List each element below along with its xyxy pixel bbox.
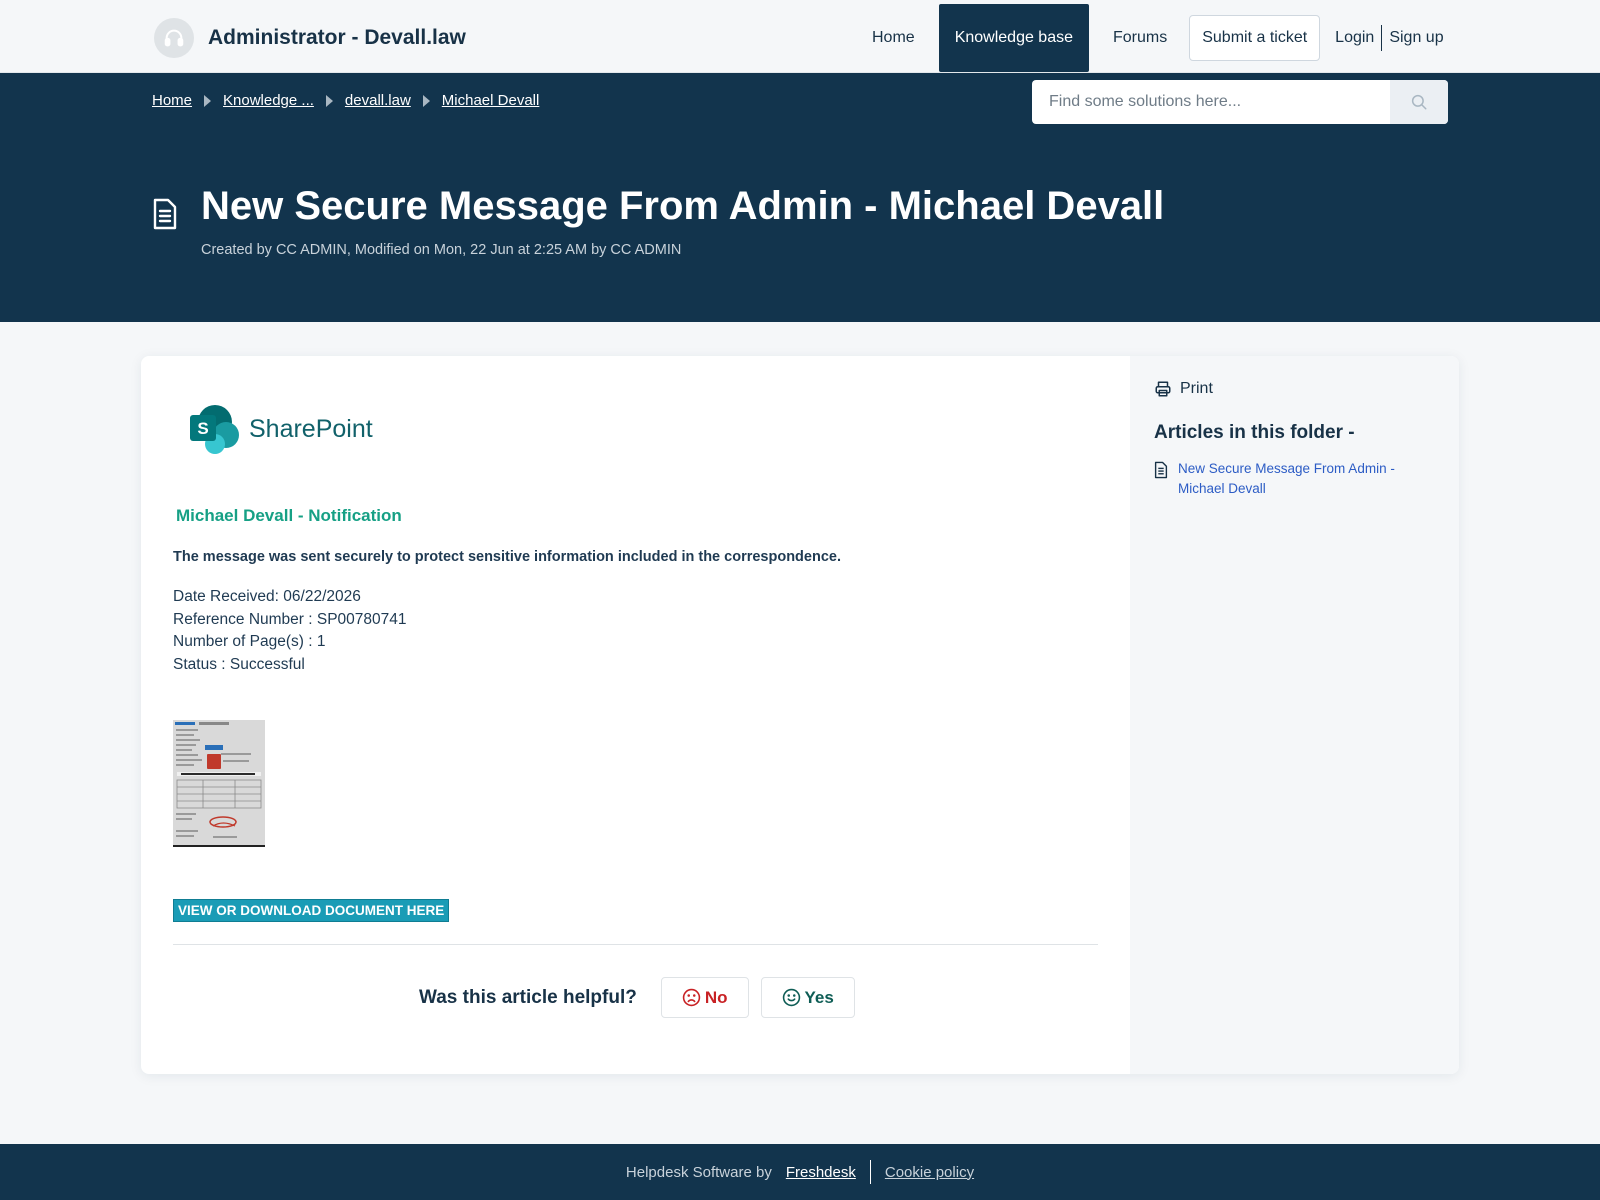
article-card: S SharePoint Michael Devall - Notificati… — [141, 356, 1459, 1074]
reference-number: Reference Number : SP00780741 — [173, 610, 407, 628]
breadcrumb-arrow-icon — [204, 94, 212, 107]
article-title: New Secure Message From Admin - Michael … — [201, 184, 1165, 228]
signup-link[interactable]: Sign up — [1382, 29, 1450, 47]
article-sidebar: Print Articles in this folder - New Secu… — [1130, 356, 1459, 1074]
footer-prefix: Helpdesk Software by — [625, 1163, 772, 1181]
notification-title: Michael Devall - Notification — [176, 506, 402, 525]
print-icon — [1155, 381, 1171, 397]
search-input[interactable] — [1032, 80, 1390, 124]
nav-home[interactable]: Home — [856, 4, 931, 72]
brand-title: Administrator - Devall.law — [208, 26, 466, 49]
freshdesk-link[interactable]: Freshdesk — [786, 1164, 856, 1181]
footer: Helpdesk Software by Freshdesk Cookie po… — [0, 1144, 1600, 1200]
smile-face-icon — [782, 988, 800, 1007]
sad-face-icon — [682, 988, 701, 1007]
nav-knowledge-base[interactable]: Knowledge base — [938, 4, 1089, 72]
breadcrumb-folder[interactable]: Michael Devall — [442, 92, 540, 109]
submit-ticket-button[interactable]: Submit a ticket — [1189, 15, 1321, 61]
footer-divider — [869, 1160, 871, 1184]
vote-no-label: No — [704, 987, 728, 1007]
svg-text:S: S — [197, 419, 208, 438]
breadcrumb-knowledge-base[interactable]: Knowledge ... — [223, 92, 314, 109]
secure-message-text: The message was sent securely to protect… — [173, 549, 841, 565]
view-download-button[interactable]: VIEW OR DOWNLOAD DOCUMENT HERE — [173, 899, 450, 922]
folder-article-label: New Secure Message From Admin - Michael … — [1178, 461, 1395, 496]
breadcrumb: Home Knowledge ... devall.law Michael De… — [152, 92, 539, 109]
headset-icon — [154, 18, 194, 58]
search-icon — [1411, 94, 1427, 110]
feedback-section: Was this article helpful? No Yes — [419, 977, 867, 1018]
page-count: Number of Page(s) : 1 — [173, 633, 326, 650]
folder-article-link[interactable]: New Secure Message From Admin - Michael … — [1154, 459, 1439, 499]
vote-yes-button[interactable]: Yes — [760, 977, 855, 1018]
breadcrumb-home[interactable]: Home — [152, 92, 192, 109]
sharepoint-logo-text: SharePoint — [249, 414, 373, 443]
login-link[interactable]: Login — [1328, 29, 1381, 47]
vote-no-button[interactable]: No — [660, 977, 749, 1018]
top-navigation-bar: Administrator - Devall.law Home Knowledg… — [0, 0, 1600, 73]
print-label: Print — [1180, 380, 1213, 397]
date-received: Date Received: 06/22/2026 — [173, 588, 361, 605]
brand[interactable]: Administrator - Devall.law — [154, 18, 466, 58]
article-hero: Home Knowledge ... devall.law Michael De… — [0, 73, 1600, 322]
search-button[interactable] — [1390, 80, 1448, 124]
breadcrumb-arrow-icon — [422, 94, 430, 107]
auth-links: Login Sign up — [1328, 25, 1450, 51]
vote-yes-label: Yes — [804, 987, 834, 1007]
document-icon — [152, 198, 178, 235]
breadcrumb-category[interactable]: devall.law — [345, 92, 411, 109]
print-button[interactable]: Print — [1154, 380, 1213, 398]
search-bar — [1032, 80, 1448, 124]
breadcrumb-arrow-icon — [325, 94, 333, 107]
cookie-policy-link[interactable]: Cookie policy — [885, 1164, 974, 1181]
divider — [173, 944, 1098, 945]
document-icon — [1154, 461, 1168, 479]
sharepoint-logo: S SharePoint — [189, 404, 373, 454]
status: Status : Successful — [173, 655, 305, 673]
article-meta: Created by CC ADMIN, Modified on Mon, 22… — [201, 242, 682, 258]
nav-forums[interactable]: Forums — [1097, 4, 1183, 72]
document-thumbnail[interactable] — [173, 720, 265, 847]
message-details: Date Received: 06/22/2026 Reference Numb… — [173, 586, 407, 676]
folder-articles-title: Articles in this folder - — [1154, 422, 1355, 443]
helpful-question: Was this article helpful? — [419, 986, 637, 1008]
main-nav: Home Knowledge base Forums Submit a tick… — [856, 4, 1451, 72]
